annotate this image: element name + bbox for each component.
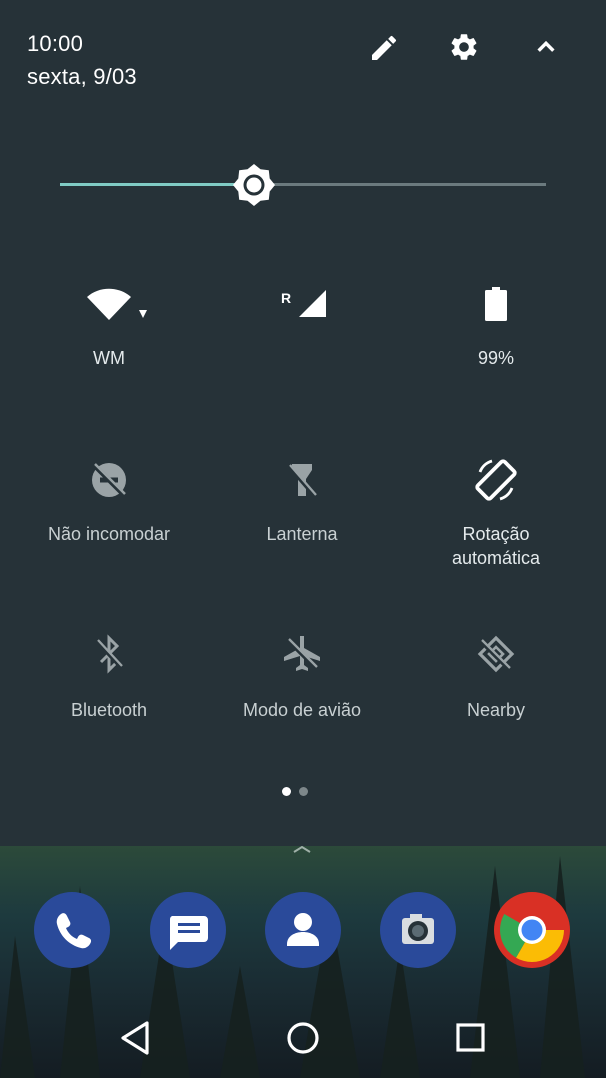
toggle-flashlight[interactable]: Lanterna [202,450,402,580]
dock-camera-app[interactable] [380,892,456,968]
battery-label: 99% [477,348,515,368]
dock-chrome-app[interactable] [494,892,570,968]
airplane-label: Modo de avião [242,700,362,720]
messages-icon [169,916,208,950]
nav-recents-button[interactable] [449,1016,493,1060]
camera-icon [402,914,434,944]
toggle-auto-rotate[interactable]: Rotação automática [396,450,596,580]
roaming-badge: R [281,290,292,306]
nearby-label: Nearby [466,700,526,720]
dock-phone-app[interactable] [34,892,110,968]
date-label[interactable]: sexta, 9/03 [27,64,137,90]
quick-settings-panel: 10:00 sexta, 9/03 WM R 99% Não incomodar… [0,0,606,846]
brightness-slider[interactable] [60,162,546,208]
toggle-airplane-mode[interactable]: Modo de avião [202,626,402,736]
do-not-disturb-off-icon [92,463,126,497]
bluetooth-off-icon [95,634,123,674]
auto-rotate-label-line2: automática [451,548,541,568]
toggle-do-not-disturb[interactable]: Não incomodar [9,450,209,580]
dock-contacts-app[interactable] [265,892,341,968]
flashlight-off-icon [287,464,317,498]
settings-button[interactable] [448,31,480,63]
edit-button[interactable] [368,32,400,64]
screen-rotation-icon [475,459,517,501]
slider-fill [60,183,254,186]
flashlight-label: Lanterna [266,524,338,544]
toggle-bluetooth[interactable]: Bluetooth [9,626,209,736]
gear-icon [451,34,477,60]
back-icon [121,1021,149,1055]
chevron-up-icon [537,40,555,52]
collapse-button[interactable] [530,30,562,62]
page-indicator-active [282,787,291,796]
chrome-icon [500,914,564,962]
airplane-off-icon [284,636,320,671]
nav-back-button[interactable] [113,1016,157,1060]
battery-icon [485,287,507,321]
wifi-tile[interactable]: WM [9,272,209,382]
brightness-icon[interactable] [232,163,276,207]
contacts-icon [287,913,319,946]
cell-signal-roaming-icon [299,290,326,317]
dnd-label: Não incomodar [47,524,171,544]
auto-rotate-label-line1: Rotação [462,524,530,544]
page-indicator-inactive [299,787,308,796]
dock-messages-app[interactable] [150,892,226,968]
recents-icon [456,1023,485,1052]
wifi-label: WM [93,348,125,368]
pencil-icon [372,35,397,60]
bluetooth-label: Bluetooth [70,700,148,720]
wifi-icon [87,288,147,320]
nearby-off-icon [477,635,515,673]
toggle-nearby[interactable]: Nearby [396,626,596,736]
home-icon [287,1022,319,1054]
phone-icon [56,913,92,949]
clock: 10:00 [27,31,84,56]
nav-home-button[interactable] [281,1016,325,1060]
battery-tile[interactable]: 99% [396,272,596,382]
mobile-data-tile[interactable]: R [202,272,402,382]
